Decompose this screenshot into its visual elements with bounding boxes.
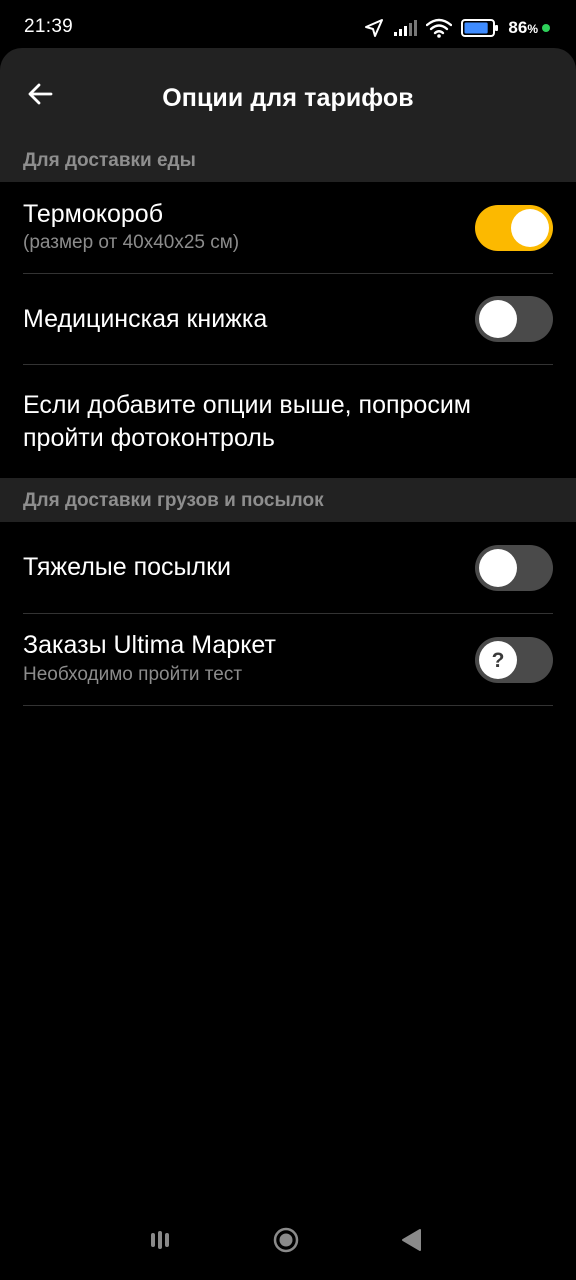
option-title: Тяжелые посылки [23,553,232,581]
divider [23,705,553,706]
option-subtitle: (размер от 40x40x25 см) [23,232,240,253]
app-header: Опции для тарифов [0,48,576,138]
option-title: Заказы Ultima Маркет [23,631,276,659]
option-subtitle: Необходимо пройти тест [23,664,243,685]
page-title: Опции для тарифов [162,84,414,112]
option-row-thermobox[interactable]: Термокороб (размер от 40x40x25 см) [0,182,576,274]
home-button[interactable] [268,1224,304,1260]
option-row-medical-book[interactable]: Медицинская книжка [0,274,576,365]
option-row-heavy-parcels[interactable]: Тяжелые посылки [0,522,576,614]
heavy-parcels-toggle[interactable] [475,545,553,591]
option-title: Медицинская книжка [23,305,268,333]
medical-book-toggle[interactable] [475,296,553,342]
signal-bars-icon [393,19,418,37]
option-row-ultima-market[interactable]: Заказы Ultima Маркет Необходимо пройти т… [0,614,576,706]
toggle-knob [479,300,517,338]
section-header-cargo: Для доставки грузов и посылок [0,478,576,522]
location-arrow-icon [364,18,384,38]
option-title: Термокороб [23,200,164,228]
battery-percent: 86% [508,18,538,37]
back-triangle-icon [399,1227,425,1258]
home-icon [273,1227,299,1258]
status-time: 21:39 [24,16,74,37]
wifi-icon [426,18,453,38]
status-icons: 86% [364,14,550,42]
system-nav-bar [0,1210,576,1280]
section-title: Для доставки еды [23,150,196,171]
charging-dot-icon [542,24,550,32]
recent-apps-icon [148,1228,172,1257]
status-bar: 21:39 86% [0,0,576,48]
section-title: Для доставки грузов и посылок [23,490,324,511]
question-icon: ? [491,648,505,672]
battery-icon [461,18,499,38]
divider [23,364,553,365]
photo-control-note: Если добавите опции выше, попросим пройт… [23,391,471,452]
toggle-knob: ? [479,641,517,679]
ultima-market-toggle[interactable]: ? [475,637,553,683]
back-nav-button[interactable] [394,1224,430,1260]
toggle-knob [511,209,549,247]
thermobox-toggle[interactable] [475,205,553,251]
recent-apps-button[interactable] [142,1224,178,1260]
toggle-knob [479,549,517,587]
section-header-food: Для доставки еды [0,138,576,182]
